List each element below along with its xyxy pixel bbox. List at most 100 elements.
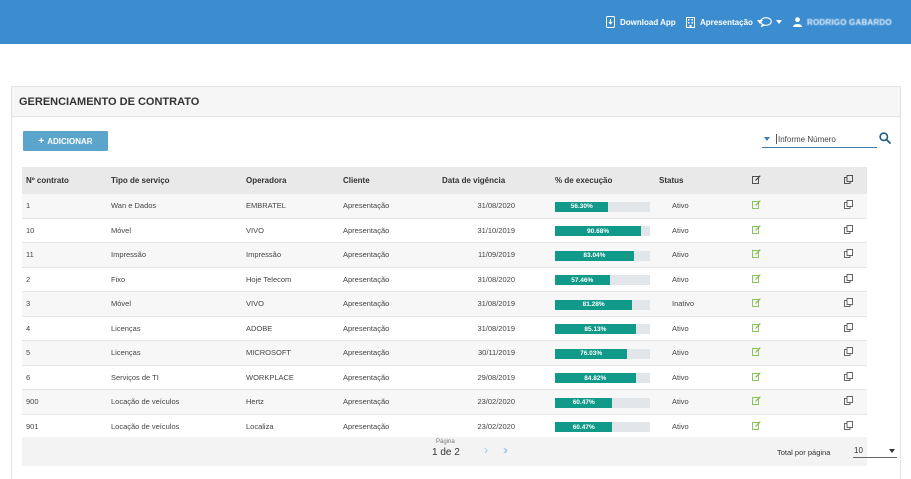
cell-data: 31/08/2019 — [477, 323, 515, 333]
progress-label: 85.13% — [584, 325, 607, 333]
cell-num: 5 — [26, 348, 31, 358]
cell-tipo: Móvel — [111, 299, 132, 309]
progress-bar: 90.68% — [555, 226, 650, 237]
cell-cliente: Apresentação — [343, 397, 390, 407]
cell-data: 31/08/2020 — [477, 274, 515, 284]
cell-execucao: 76.03% — [555, 348, 650, 359]
progress-label: 57.46% — [571, 276, 594, 284]
cell-execucao: 60.47% — [555, 397, 650, 408]
contracts-table: Nº contrato Tipo de serviço Operadora Cl… — [22, 167, 867, 439]
cell-num: 4 — [26, 323, 31, 333]
table-row: 3 Móvel VIVO Apresentação 31/08/2019 81.28% In… — [22, 292, 867, 317]
copy-icon[interactable] — [844, 249, 853, 260]
cell-execucao: 60.47% — [555, 421, 650, 433]
chat-dropdown[interactable] — [760, 0, 782, 44]
cell-data: 31/10/2019 — [477, 225, 515, 235]
next-page-button[interactable]: › — [484, 443, 488, 457]
cell-tipo: Impressão — [111, 250, 147, 260]
edit-icon[interactable] — [752, 421, 761, 432]
table-row: 900 Locação de veículos Hertz Apresentação 2… — [22, 390, 867, 415]
progress-bar: 60.47% — [555, 422, 650, 433]
table-row: 1 Wan e Dados EMBRATEL Apresentação 31/08/20… — [22, 194, 867, 219]
header-operadora[interactable]: Operadora — [246, 176, 286, 185]
cell-operadora: MICROSOFT — [246, 348, 291, 358]
copy-icon[interactable] — [844, 322, 853, 334]
cell-status: Ativo — [672, 348, 689, 358]
cell-tipo: Locação de veículos — [111, 421, 180, 431]
cell-cliente: Apresentação — [343, 201, 390, 211]
progress-bar: 56.30% — [555, 201, 650, 212]
copy-icon[interactable] — [844, 396, 853, 407]
search-filter-dropdown-icon[interactable] — [764, 137, 770, 141]
download-app-label: Download App — [620, 17, 676, 27]
user-icon — [793, 17, 802, 27]
cell-status: Ativo — [672, 372, 689, 382]
cell-tipo: Licenças — [111, 323, 141, 333]
table-row: 11 Impressão Impressão Apresentação 11/09/20… — [22, 243, 867, 268]
progress-label: 81.28% — [582, 301, 605, 309]
header-num[interactable]: Nº contrato — [26, 176, 69, 185]
cell-status: Inativo — [672, 299, 695, 309]
progress-bar: 81.28% — [555, 299, 650, 310]
copy-icon[interactable] — [844, 420, 853, 432]
copy-icon[interactable] — [844, 371, 853, 383]
edit-icon[interactable] — [752, 200, 761, 211]
download-app-link[interactable]: Download App — [606, 0, 676, 44]
progress-bar: 83.04% — [555, 250, 650, 261]
edit-icon[interactable] — [752, 274, 761, 285]
cell-tipo: Locação de veículos — [111, 397, 180, 407]
download-app-icon — [606, 16, 615, 28]
edit-icon[interactable] — [752, 347, 761, 358]
cell-execucao: 57.46% — [555, 274, 650, 286]
edit-icon[interactable] — [752, 396, 761, 407]
caret-down-icon — [776, 20, 782, 24]
last-page-button[interactable]: ›› — [503, 443, 508, 457]
edit-icon[interactable] — [752, 372, 761, 383]
cell-execucao: 90.68% — [555, 225, 650, 237]
cell-tipo: Fixo — [111, 274, 126, 284]
cell-cliente: Apresentação — [343, 225, 390, 235]
per-page-value: 10 — [854, 446, 863, 455]
header-status[interactable]: Status — [659, 176, 683, 185]
cell-execucao: 81.28% — [555, 299, 650, 310]
cell-num: 3 — [26, 299, 31, 309]
table-header: Nº contrato Tipo de serviço Operadora Cl… — [22, 167, 867, 194]
header-cliente[interactable]: Cliente — [343, 176, 370, 185]
cell-tipo: Wan e Dados — [111, 201, 157, 211]
cell-num: 11 — [26, 250, 34, 260]
cell-num: 900 — [26, 397, 39, 407]
copy-icon[interactable] — [844, 200, 853, 211]
workspace-dropdown[interactable]: Apresentação — [686, 0, 768, 44]
edit-icon[interactable] — [752, 249, 761, 260]
progress-bar: 85.13% — [555, 324, 650, 335]
progress-bar: 60.47% — [555, 397, 650, 408]
page-label: Página — [436, 439, 455, 445]
header-data[interactable]: Data de vigência — [442, 176, 505, 185]
workspace-label: Apresentação — [700, 17, 753, 27]
contract-panel: GERENCIAMENTO DE CONTRATO + ADICIONAR Nº… — [11, 86, 901, 479]
progress-bar: 84.82% — [555, 373, 650, 384]
copy-icon[interactable] — [844, 298, 853, 309]
progress-label: 60.47% — [572, 399, 595, 407]
edit-icon[interactable] — [752, 323, 761, 334]
copy-icon[interactable] — [844, 347, 853, 358]
copy-icon[interactable] — [844, 224, 853, 236]
cell-data: 31/08/2019 — [477, 299, 515, 309]
progress-label: 60.47% — [572, 423, 595, 431]
user-menu[interactable]: RODRIGO GABARDO — [793, 0, 892, 44]
cell-cliente: Apresentação — [343, 372, 390, 382]
progress-label: 56.30% — [570, 203, 593, 211]
per-page-select[interactable]: 10 — [853, 444, 897, 458]
cell-num: 2 — [26, 274, 31, 284]
add-button[interactable]: + ADICIONAR — [23, 131, 108, 151]
copy-icon[interactable] — [844, 273, 853, 285]
edit-icon[interactable] — [752, 298, 761, 309]
edit-icon[interactable] — [752, 225, 761, 236]
cell-num: 6 — [26, 372, 31, 382]
header-execucao[interactable]: % de execução — [555, 176, 612, 185]
search-icon[interactable] — [879, 132, 891, 144]
cell-execucao: 85.13% — [555, 323, 650, 335]
search-input[interactable] — [776, 134, 872, 144]
header-tipo[interactable]: Tipo de serviço — [111, 176, 170, 185]
cell-operadora: Impressão — [246, 250, 282, 260]
